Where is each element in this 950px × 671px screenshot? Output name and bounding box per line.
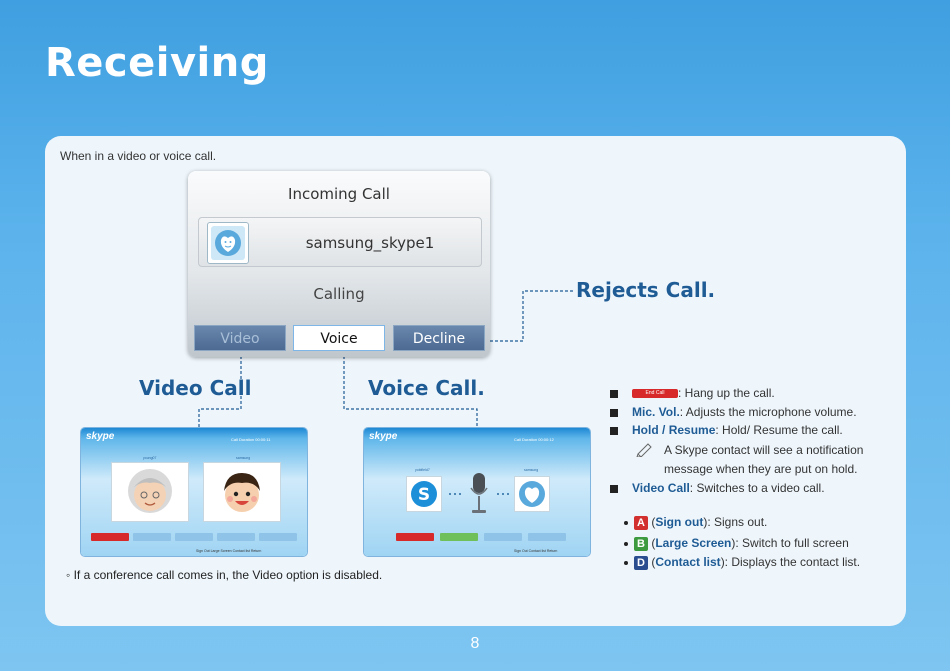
callout-voice-call: Voice Call.: [368, 376, 485, 400]
skype-s-icon: S: [411, 481, 437, 507]
intro-text: When in a video or voice call.: [60, 149, 217, 163]
end-call-button[interactable]: [91, 533, 129, 541]
list-item: Video Call: Switches to a video call.: [610, 481, 825, 495]
mic-vol-label: Mic. Vol.: [632, 405, 680, 419]
caller-avatar: [207, 222, 249, 264]
local-contact-icon: S: [406, 476, 442, 512]
dialog-title: Incoming Call: [288, 185, 390, 203]
microphone-icon: [470, 473, 488, 513]
callout-video-call: Video Call: [139, 376, 252, 400]
page-number: 8: [470, 635, 480, 652]
voice-call-screenshot: skype Call Duration 00:00:12 yobifield7 …: [364, 428, 590, 556]
sign-out-desc: ): Signs out.: [703, 515, 768, 529]
caller-name: samsung_skype1: [305, 234, 435, 252]
page-title: Receiving: [45, 40, 269, 86]
bullet-dot-icon: [624, 520, 628, 525]
resume-label: Resume: [668, 423, 716, 437]
shot-footer: Sign Out Large Screen Contact list Retur…: [196, 549, 262, 553]
list-item: A (Sign out): Signs out.: [624, 515, 767, 530]
incoming-call-dialog: Incoming Call samsung_skype1 Calling Vid…: [188, 171, 490, 357]
end-call-badge: End Call: [632, 389, 678, 399]
decline-button[interactable]: Decline: [393, 325, 485, 351]
end-call-button[interactable]: [396, 533, 434, 541]
list-item: D (Contact list): Displays the contact l…: [624, 555, 860, 570]
call-duration: Call Duration 00:00:11: [231, 437, 271, 442]
voice-button[interactable]: Voice: [293, 325, 385, 351]
shot-footer: Sign Out Contact list Return: [514, 549, 558, 553]
svg-text:S: S: [418, 485, 430, 505]
local-video-thumbnail: [203, 462, 281, 522]
call-toolbar: [372, 533, 582, 541]
pencil-note-icon: [636, 443, 652, 457]
list-item: Mic. Vol.: Adjusts the microphone volume…: [610, 405, 857, 419]
mic-vol-desc: : Adjusts the microphone volume.: [679, 405, 857, 419]
contact-label-right: samsung: [236, 456, 251, 460]
mic-vol-button[interactable]: [484, 533, 522, 541]
video-button[interactable]: Video: [194, 325, 286, 351]
key-d-icon: D: [634, 555, 648, 570]
key-b-icon: B: [634, 536, 648, 551]
bullet-dot-icon: [624, 541, 628, 546]
bullet-square-icon: [610, 389, 618, 398]
large-screen-label: Large Screen: [655, 536, 732, 550]
bullet-square-icon: [610, 426, 618, 435]
sign-out-label: Sign out: [655, 515, 704, 529]
end-call-desc: : Hang up the call.: [678, 386, 775, 400]
skype-contact-icon: [519, 481, 545, 507]
video-call-desc: : Switches to a video call.: [689, 481, 825, 495]
contact-label-right: samsung: [524, 468, 539, 472]
voice-call-button[interactable]: [259, 533, 297, 541]
note-line: message when they are put on hold.: [664, 462, 857, 476]
large-screen-desc: ): Switch to full screen: [731, 536, 849, 550]
video-call-screenshot: skype Call Duration 00:00:11 young07 sam…: [81, 428, 307, 556]
video-call-button[interactable]: [440, 533, 478, 541]
note-text-line2: message when they are put on hold.: [664, 462, 858, 476]
grandmother-avatar-icon: [128, 469, 172, 513]
key-a-icon: A: [634, 515, 648, 530]
call-status: Calling: [313, 285, 365, 303]
contact-list-label: Contact list: [655, 555, 721, 569]
remote-video-thumbnail: [111, 462, 189, 522]
remote-contact-icon: [514, 476, 550, 512]
footnote: ◦ If a conference call comes in, the Vid…: [66, 568, 383, 582]
call-toolbar: [89, 533, 299, 541]
hold-desc: : Hold/ Resume the call.: [715, 423, 843, 437]
camera-off-button[interactable]: [133, 533, 171, 541]
bullet-square-icon: [610, 408, 618, 417]
contact-label-left: yobifield7: [415, 468, 430, 472]
callout-rejects-call: Rejects Call.: [576, 278, 716, 302]
call-duration: Call Duration 00:00:12: [514, 437, 554, 442]
contact-label-left: young07: [143, 456, 157, 460]
skype-logo: skype: [369, 431, 398, 442]
hold-button[interactable]: [217, 533, 255, 541]
note-line: A Skype contact will see a notification: [636, 443, 864, 457]
mic-vol-button[interactable]: [175, 533, 213, 541]
hold-button[interactable]: [528, 533, 566, 541]
bullet-square-icon: [610, 484, 618, 493]
note-text-line1: A Skype contact will see a notification: [664, 443, 864, 457]
video-call-label: Video Call: [632, 481, 690, 495]
bullet-dot-icon: [624, 560, 628, 565]
list-item: End Call: Hang up the call.: [610, 386, 775, 400]
caller-box: samsung_skype1: [198, 217, 482, 267]
list-item: B (Large Screen): Switch to full screen: [624, 536, 849, 551]
skype-logo: skype: [86, 431, 115, 442]
boy-avatar-icon: [224, 473, 260, 512]
contact-list-desc: ): Displays the contact list.: [720, 555, 861, 569]
hold-label: Hold: [632, 423, 659, 437]
list-item: Hold / Resume: Hold/ Resume the call.: [610, 423, 843, 437]
hold-separator: /: [658, 423, 669, 437]
skype-contact-icon: [211, 226, 245, 260]
